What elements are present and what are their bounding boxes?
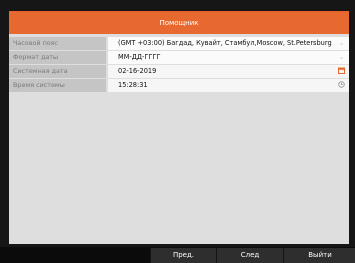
timezone-value: (GMT +03:00) Багдад, Кувайт, Стамбул,Mos… (118, 39, 332, 47)
date-format-select[interactable]: ММ-ДД-ГГГГ ⌄ (108, 51, 349, 64)
system-date-value: 02-16-2019 (118, 67, 157, 75)
chevron-down-icon[interactable]: ⌄ (337, 39, 346, 48)
date-format-label: Формат даты (9, 51, 106, 64)
system-date-row: Системная дата 02-16-2019 (9, 65, 349, 78)
calendar-icon[interactable] (337, 67, 346, 76)
exit-button[interactable]: Выйти (283, 248, 355, 263)
system-time-row: Время системы 15:28:31 (9, 79, 349, 92)
system-time-value: 15:28:31 (118, 81, 148, 89)
clock-icon-graphic (338, 81, 345, 88)
timezone-select[interactable]: (GMT +03:00) Багдад, Кувайт, Стамбул,Mos… (108, 37, 349, 50)
timezone-row: Часовой пояс (GMT +03:00) Багдад, Кувайт… (9, 37, 349, 50)
system-date-field[interactable]: 02-16-2019 (108, 65, 349, 78)
clock-icon[interactable] (337, 81, 346, 90)
timezone-label: Часовой пояс (9, 37, 106, 50)
prev-button[interactable]: Пред. (150, 248, 216, 263)
settings-list: Часовой пояс (GMT +03:00) Багдад, Кувайт… (9, 37, 349, 93)
wizard-dialog: Помощник Часовой пояс (GMT +03:00) Багда… (9, 11, 349, 244)
calendar-icon-graphic (338, 67, 345, 74)
dialog-title: Помощник (9, 12, 349, 34)
date-format-value: ММ-ДД-ГГГГ (118, 53, 161, 61)
system-time-label: Время системы (9, 79, 106, 92)
next-button[interactable]: След (216, 248, 283, 263)
system-time-field[interactable]: 15:28:31 (108, 79, 349, 92)
system-date-label: Системная дата (9, 65, 106, 78)
bottom-button-bar: Пред. След Выйти (0, 247, 355, 263)
screen: Помощник Часовой пояс (GMT +03:00) Багда… (0, 0, 355, 263)
date-format-row: Формат даты ММ-ДД-ГГГГ ⌄ (9, 51, 349, 64)
chevron-down-icon[interactable]: ⌄ (337, 53, 346, 62)
